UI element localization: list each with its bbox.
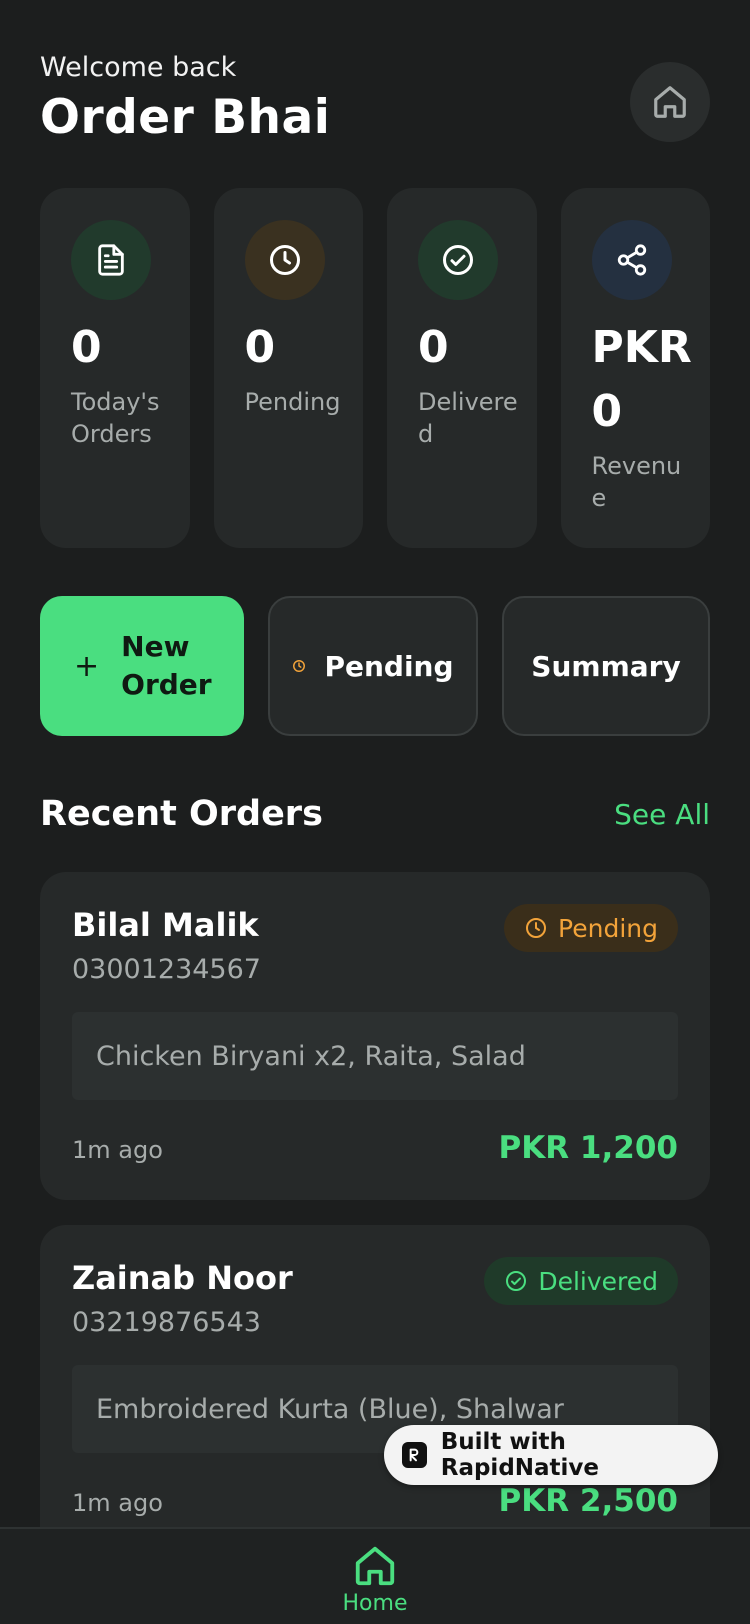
- status-text: Pending: [558, 913, 658, 943]
- share-icon: [617, 244, 646, 276]
- clock-icon: [292, 659, 306, 673]
- welcome-text: Welcome back: [40, 52, 237, 83]
- home-icon: [654, 86, 686, 118]
- status-badge: Delivered: [484, 1257, 678, 1305]
- status-text: Delivered: [538, 1266, 658, 1296]
- see-all-link[interactable]: See All: [614, 798, 710, 831]
- stats-row: 0 Today's Orders 0 Pending 0 Delivered P…: [40, 188, 710, 548]
- order-time: 1m ago: [72, 1136, 163, 1164]
- stat-card-revenue[interactable]: PKR 0 Revenue: [560, 188, 710, 548]
- stat-value: PKR 0: [591, 322, 692, 437]
- quick-actions: + New Order Pending Summary: [40, 596, 710, 736]
- stat-value: 0: [418, 322, 449, 373]
- stat-label: Delivered: [418, 388, 518, 448]
- stat-icon-wrap: [71, 220, 151, 300]
- stat-card-pending[interactable]: 0 Pending: [213, 188, 363, 548]
- order-amount: PKR 1,200: [498, 1130, 678, 1166]
- order-items: Chicken Biryani x2, Raita, Salad: [72, 1012, 678, 1100]
- pending-label: Pending: [324, 649, 454, 683]
- order-header: Bilal Malik 03001234567 Pending: [72, 872, 678, 1012]
- stat-label: Today's Orders: [71, 388, 160, 448]
- bottom-tab-bar: Home: [0, 1527, 750, 1624]
- order-header: Zainab Noor 03219876543 Delivered: [72, 1225, 678, 1365]
- built-with-text: Built with RapidNative: [440, 1429, 600, 1481]
- customer-name: Zainab Noor: [72, 1259, 293, 1297]
- customer-phone: 03219876543: [72, 1307, 261, 1338]
- header: Welcome back Order Bhai: [40, 50, 710, 160]
- tab-home-label: Home: [342, 1591, 408, 1616]
- stat-icon-wrap: [591, 220, 672, 300]
- clock-icon: [526, 918, 547, 938]
- main-scroll[interactable]: Welcome back Order Bhai 0 Today's Orders: [0, 0, 750, 1527]
- pending-button[interactable]: Pending: [268, 596, 478, 736]
- home-button[interactable]: [630, 62, 710, 142]
- stat-value: 0: [244, 322, 276, 373]
- tab-home[interactable]: Home: [335, 1543, 415, 1616]
- home-icon: [355, 1546, 395, 1586]
- stat-card-delivered[interactable]: 0 Delivered: [387, 188, 537, 548]
- summary-button[interactable]: Summary: [502, 596, 710, 736]
- new-order-button[interactable]: + New Order: [40, 596, 244, 736]
- order-amount: PKR 2,500: [498, 1483, 678, 1519]
- customer-phone: 03001234567: [72, 954, 261, 985]
- status-badge: Pending: [504, 904, 678, 952]
- document-icon: [98, 244, 124, 276]
- stat-label: Revenue: [591, 452, 682, 512]
- clock-icon: [269, 245, 300, 275]
- recent-orders-header: Recent Orders See All: [40, 788, 710, 840]
- plus-icon: +: [74, 648, 100, 684]
- stat-value: 0: [71, 322, 102, 373]
- order-footer: 1m ago PKR 1,200: [72, 1100, 678, 1200]
- stat-icon-wrap: [244, 220, 325, 300]
- section-title: Recent Orders: [40, 794, 323, 834]
- summary-label: Summary: [531, 649, 681, 683]
- order-card[interactable]: Bilal Malik 03001234567 Pending Chicken …: [40, 872, 710, 1200]
- stat-icon-wrap: [418, 220, 498, 300]
- built-with-badge[interactable]: Built with RapidNative: [384, 1425, 718, 1485]
- stat-label: Pending: [244, 388, 341, 416]
- stat-card-today-orders[interactable]: 0 Today's Orders: [40, 188, 190, 548]
- customer-name: Bilal Malik: [72, 906, 259, 944]
- check-circle-icon: [506, 1271, 527, 1291]
- new-order-label: New Order: [121, 630, 212, 701]
- app-title: Order Bhai: [40, 90, 331, 145]
- check-circle-icon: [443, 245, 473, 275]
- rapidnative-logo-icon: [402, 1442, 427, 1468]
- order-time: 1m ago: [72, 1489, 163, 1517]
